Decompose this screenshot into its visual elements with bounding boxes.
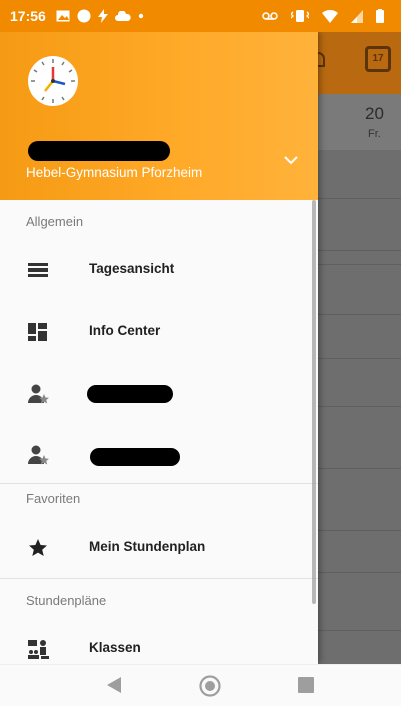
drawer-header: Hebel-Gymnasium Pforzheim <box>0 32 318 200</box>
grid-line <box>318 250 401 251</box>
vibrate-icon <box>291 9 309 23</box>
signal-icon <box>351 9 363 23</box>
recents-icon[interactable] <box>298 677 314 698</box>
dashboard-icon <box>28 322 48 342</box>
section-label-favoriten: Favoriten <box>26 491 81 506</box>
grid-line <box>318 630 401 631</box>
classes-icon <box>28 639 49 659</box>
bell-icon <box>318 52 328 75</box>
menu-item-teacher-2[interactable] <box>0 427 318 481</box>
menu-item-label: Klassen <box>89 640 141 655</box>
dot-icon <box>138 13 144 19</box>
day-name: Fr. <box>368 128 381 140</box>
redacted-teacher-name <box>87 385 173 403</box>
star-icon <box>28 538 48 558</box>
battery-icon <box>376 9 384 23</box>
circle-notification-icon <box>77 9 91 23</box>
grid-line <box>318 572 401 573</box>
voicemail-icon <box>262 11 278 21</box>
navigation-drawer: Hebel-Gymnasium Pforzheim Allgemein Tage… <box>0 32 318 664</box>
menu-item-teacher-1[interactable] <box>0 366 318 420</box>
gallery-icon <box>56 10 70 22</box>
section-label-stundenplaene: Stundenpläne <box>26 593 107 608</box>
grid-line <box>318 468 401 469</box>
grid-line <box>318 314 401 315</box>
menu-item-label: Tagesansicht <box>89 261 175 276</box>
status-time: 17:56 <box>10 8 46 24</box>
chevron-down-icon[interactable] <box>283 153 299 165</box>
grid-line <box>318 530 401 531</box>
calendar-icon: 17 <box>365 46 391 72</box>
day-view-icon <box>28 260 48 280</box>
wifi-icon <box>322 9 338 23</box>
menu-item-mein-stundenplan[interactable]: Mein Stundenplan <box>0 521 318 575</box>
grid-line <box>318 264 401 265</box>
school-name[interactable]: Hebel-Gymnasium Pforzheim <box>26 165 202 180</box>
grid-line <box>318 198 401 199</box>
menu-item-tagesansicht[interactable]: Tagesansicht <box>0 243 318 297</box>
menu-item-klassen[interactable]: Klassen <box>0 622 318 664</box>
section-label-allgemein: Allgemein <box>26 214 84 229</box>
menu-item-label: Mein Stundenplan <box>89 539 206 554</box>
drawer-scrollbar[interactable] <box>312 200 316 604</box>
home-icon[interactable] <box>199 675 221 702</box>
back-icon[interactable] <box>106 676 122 699</box>
clock-icon <box>26 54 80 108</box>
teacher-star-icon <box>28 383 49 404</box>
day-number: 20 <box>365 104 384 123</box>
status-bar: 17:56 <box>0 0 401 32</box>
flash-icon <box>97 9 108 23</box>
menu-item-label: Info Center <box>89 323 161 338</box>
divider <box>0 483 318 484</box>
system-navigation-bar <box>0 664 401 706</box>
account-name-redacted[interactable] <box>28 141 170 161</box>
background-app-overlay[interactable]: 17 20 Fr. <box>318 32 401 664</box>
grid-line <box>318 358 401 359</box>
teacher-star-icon <box>28 444 49 465</box>
menu-item-info-center[interactable]: Info Center <box>0 305 318 359</box>
divider <box>0 578 318 579</box>
background-day-header <box>318 94 401 150</box>
cloud-icon <box>114 11 131 21</box>
redacted-teacher-name <box>90 448 180 466</box>
grid-line <box>318 406 401 407</box>
